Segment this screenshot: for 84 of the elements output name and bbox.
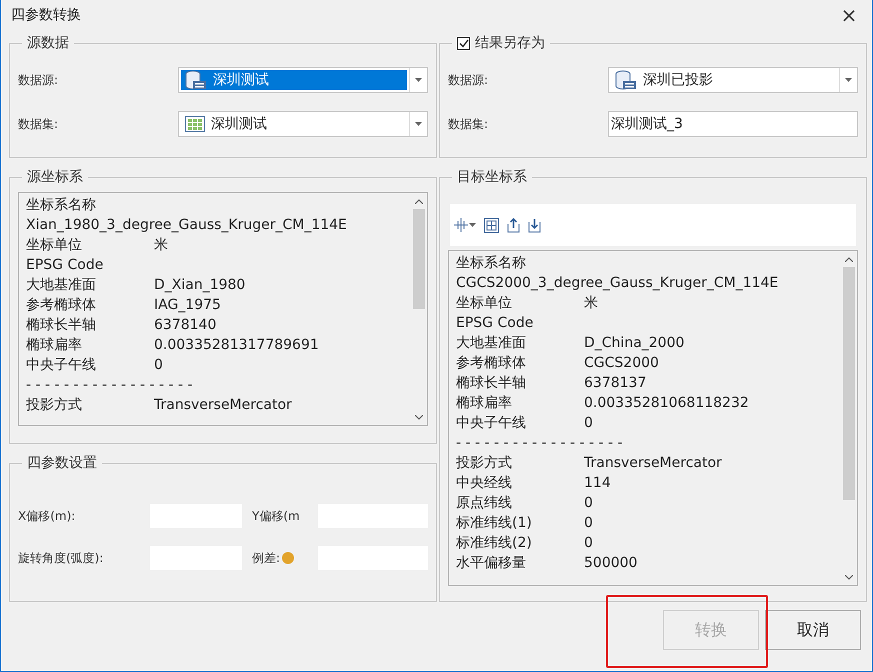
group-title: 源坐标系 — [27, 168, 83, 186]
caret-icon — [845, 78, 852, 82]
property-name: 椭球长半轴 — [456, 374, 527, 392]
property-name: 坐标系名称 — [456, 254, 527, 272]
property-name: 投影方式 — [456, 454, 513, 472]
property-name: 水平偏移量 — [456, 554, 527, 572]
field-label: 数据集: — [448, 116, 490, 132]
property-value: 6378140 — [154, 317, 218, 333]
scrollbar-thumb[interactable] — [413, 209, 425, 309]
group-title: 目标坐标系 — [457, 168, 527, 186]
property-name: 坐标单位 — [456, 294, 513, 312]
database-icon — [615, 70, 637, 90]
property-name: 投影方式 — [26, 396, 83, 414]
property-value: 0 — [154, 357, 164, 373]
property-value: 米 — [584, 294, 599, 312]
dropdown[interactable]: 深圳测试 — [178, 67, 428, 93]
property-name: 椭球扁率 — [456, 394, 513, 412]
property-value: 0 — [584, 515, 594, 531]
dropdown[interactable]: 深圳测试 — [178, 111, 428, 137]
property-name: EPSG Code — [26, 257, 104, 273]
property-value: TransverseMercator — [584, 455, 723, 471]
dropdown-value: 深圳测试 — [181, 70, 407, 90]
property-name: 参考椭球体 — [26, 296, 97, 314]
table-icon — [185, 116, 205, 132]
property-value: 米 — [154, 236, 169, 254]
property-name: Xian_1980_3_degree_Gauss_Kruger_CM_114E — [26, 217, 348, 233]
property-value: 0 — [584, 535, 594, 551]
property-value: 500000 — [584, 555, 638, 571]
property-value: D_Xian_1980 — [154, 277, 246, 293]
property-name: 中央子午线 — [456, 414, 527, 432]
property-value: D_China_2000 — [584, 335, 686, 351]
field-label: 数据集: — [18, 116, 60, 132]
property-name: 参考椭球体 — [456, 354, 527, 372]
property-name: - - - - - - - - - - - - - - - - - - — [26, 377, 194, 393]
database-icon — [185, 70, 207, 90]
property-value: TransverseMercator — [154, 397, 293, 413]
dropdown[interactable]: 深圳已投影 — [608, 67, 858, 93]
field-label: 例差: — [242, 550, 318, 566]
property-value: 0.00335281068118232 — [584, 395, 750, 411]
property-name: - - - - - - - - - - - - - - - - - - — [456, 435, 624, 451]
property-name: EPSG Code — [456, 315, 534, 331]
field-label: X偏移(m): — [18, 508, 76, 524]
window-title: 四参数转换 — [11, 6, 81, 24]
property-name: 大地基准面 — [26, 276, 97, 294]
field-label: Y偏移(m — [251, 508, 301, 524]
checkbox[interactable] — [457, 36, 470, 50]
property-value: 0 — [584, 415, 594, 431]
caret-icon — [415, 78, 422, 82]
close-button[interactable]: × — [834, 1, 864, 29]
property-value: 0.00335281317789691 — [154, 337, 320, 353]
property-name: 大地基准面 — [456, 334, 527, 352]
property-name: 标准纬线(1) — [456, 514, 533, 532]
property-value: IAG_1975 — [154, 297, 222, 313]
input-field[interactable]: 深圳测试_3 — [608, 111, 858, 137]
property-name: 中央子午线 — [26, 356, 97, 374]
property-name: 坐标系名称 — [26, 196, 97, 214]
grid-icon[interactable] — [484, 218, 499, 232]
import-icon[interactable] — [528, 218, 541, 232]
scrollbar-thumb[interactable] — [843, 267, 855, 500]
property-value: 6378137 — [584, 375, 648, 391]
property-name: 中央经线 — [456, 474, 513, 492]
export-icon[interactable] — [507, 218, 520, 232]
dropdown-value: 深圳已投影 — [611, 70, 837, 90]
property-name: CGCS2000_3_degree_Gauss_Kruger_CM_114E — [456, 275, 780, 291]
checkbox-label: 结果另存为 — [475, 34, 545, 52]
group-title: 四参数设置 — [27, 454, 97, 472]
field-label: 旋转角度(弧度): — [18, 550, 104, 566]
group-title: 源数据 — [27, 34, 69, 52]
property-name: 原点纬线 — [456, 494, 513, 512]
crs-menu-button[interactable] — [454, 217, 476, 233]
property-name: 椭球长半轴 — [26, 316, 97, 334]
property-name: 标准纬线(2) — [456, 534, 533, 552]
caret-icon — [415, 122, 422, 126]
info-icon — [282, 552, 294, 564]
field-label: 数据源: — [448, 72, 490, 88]
property-name: 椭球扁率 — [26, 336, 83, 354]
property-value: 0 — [584, 495, 594, 511]
cancel-button[interactable]: 取消 — [765, 610, 861, 650]
field-label: 数据源: — [18, 72, 60, 88]
caret-icon — [469, 223, 476, 227]
property-name: 坐标单位 — [26, 236, 83, 254]
property-value: CGCS2000 — [584, 355, 660, 371]
dropdown-value: 深圳测试 — [181, 114, 407, 134]
property-value: 114 — [584, 475, 612, 491]
